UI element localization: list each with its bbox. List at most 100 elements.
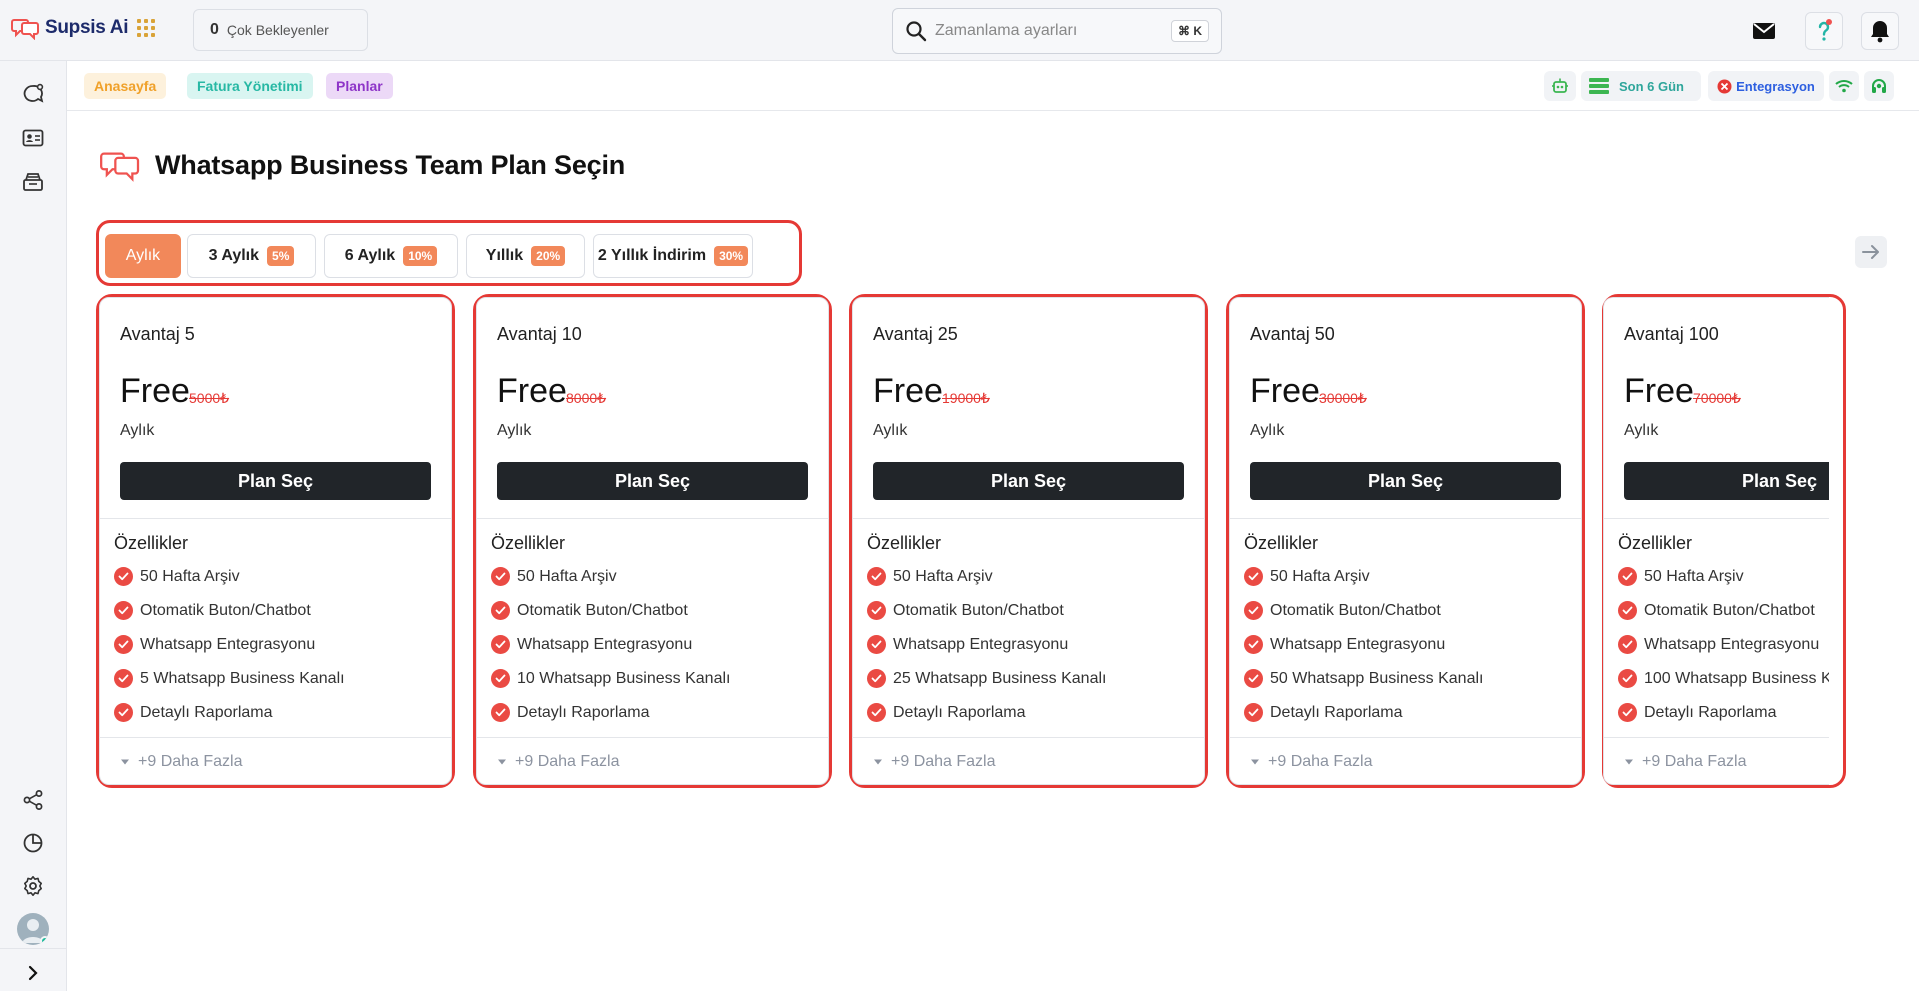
- share-icon[interactable]: [19, 786, 47, 814]
- avatar[interactable]: [17, 913, 49, 945]
- settings-icon[interactable]: [19, 872, 47, 900]
- discount-badge: 10%: [403, 246, 438, 266]
- feature-label: 10 Whatsapp Business Kanalı: [517, 669, 731, 687]
- feature-label: Otomatik Buton/Chatbot: [140, 601, 311, 619]
- tab-6-months[interactable]: 6 Aylık 10%: [324, 234, 458, 278]
- headset-icon[interactable]: [1864, 71, 1894, 101]
- feature-label: Otomatik Buton/Chatbot: [1270, 601, 1441, 619]
- plan-old-price: 30000₺: [1319, 390, 1367, 406]
- plan-card-clip: Avantaj 100 Free 70000₺ Aylık Plan Seç Özelli…: [1603, 297, 1829, 785]
- feature-item: 25 Whatsapp Business Kanalı: [867, 669, 1106, 688]
- show-more-label: +9 Daha Fazla: [1268, 753, 1373, 770]
- show-more-button[interactable]: +9 Daha Fazla: [497, 753, 620, 771]
- check-icon: [491, 635, 510, 654]
- plan-period: Aylık: [873, 422, 908, 439]
- billing-period-tabs: Aylık 3 Aylık 5% 6 Aylık 10% Yıllık 20% …: [96, 220, 802, 286]
- feature-item: 50 Hafta Arşiv: [1618, 567, 1744, 586]
- page-title: Whatsapp Business Team Plan Seçin: [155, 149, 626, 180]
- feature-label: 50 Whatsapp Business Kanalı: [1270, 669, 1484, 687]
- check-icon: [867, 703, 886, 722]
- show-more-button[interactable]: +9 Daha Fazla: [1624, 753, 1747, 771]
- feature-item: Otomatik Buton/Chatbot: [491, 601, 688, 620]
- app-logo[interactable]: Supsis Ai: [11, 16, 128, 40]
- contact-card-icon[interactable]: [19, 124, 47, 152]
- check-icon: [491, 669, 510, 688]
- chat-icon[interactable]: [19, 80, 47, 108]
- help-icon[interactable]: [1805, 12, 1843, 50]
- feature-label: Whatsapp Entegrasyonu: [140, 635, 316, 653]
- chart-icon[interactable]: [19, 829, 47, 857]
- page-header: Whatsapp Business Team Plan Seçin: [99, 148, 625, 182]
- features-title: Özellikler: [1244, 533, 1319, 553]
- caret-down-icon: [497, 753, 507, 771]
- plan-price: Free: [497, 372, 567, 410]
- feature-label: Detaylı Raporlama: [1270, 703, 1403, 721]
- plan-name: Avantaj 25: [873, 324, 958, 344]
- bot-icon[interactable]: [1544, 71, 1576, 101]
- select-plan-button[interactable]: Plan Seç: [1624, 462, 1829, 500]
- select-plan-button[interactable]: Plan Seç: [497, 462, 808, 500]
- plan-old-price: 19000₺: [942, 390, 990, 406]
- feature-label: Detaylı Raporlama: [517, 703, 650, 721]
- integration-status-button[interactable]: Entegrasyon: [1708, 71, 1824, 101]
- feature-item: Whatsapp Entegrasyonu: [114, 635, 315, 654]
- logo-icon: [11, 19, 39, 40]
- feature-label: 50 Hafta Arşiv: [517, 567, 617, 585]
- feature-item: 50 Whatsapp Business Kanalı: [1244, 669, 1483, 688]
- breadcrumb-home[interactable]: Anasayfa: [84, 73, 167, 99]
- breadcrumb-billing[interactable]: Fatura Yönetimi: [187, 73, 313, 99]
- discount-badge: 5%: [267, 246, 295, 266]
- date-range-button[interactable]: Son 6 Gün: [1581, 71, 1701, 101]
- tab-2-years[interactable]: 2 Yıllık İndirim 30%: [593, 234, 753, 278]
- bell-icon[interactable]: [1861, 12, 1899, 50]
- mail-icon[interactable]: [1745, 12, 1783, 50]
- list-icon: [1589, 78, 1609, 94]
- tab-3-months[interactable]: 3 Aylık 5%: [187, 234, 316, 278]
- wifi-icon[interactable]: [1829, 71, 1859, 101]
- tab-label: 2 Yıllık İndirim: [597, 247, 707, 264]
- features-title: Özellikler: [1618, 533, 1693, 553]
- search-shortcut: ⌘ K: [1171, 20, 1209, 42]
- search-input[interactable]: Zamanlama ayarları ⌘ K: [892, 8, 1222, 54]
- tab-monthly[interactable]: Aylık: [105, 234, 181, 278]
- caret-down-icon: [120, 753, 130, 771]
- plan-price: Free: [873, 372, 943, 410]
- show-more-button[interactable]: +9 Daha Fazla: [873, 753, 996, 771]
- show-more-button[interactable]: +9 Daha Fazla: [1250, 753, 1373, 771]
- app-name: Supsis Ai: [45, 17, 129, 38]
- feature-label: 50 Hafta Arşiv: [1644, 567, 1744, 585]
- feature-label: Otomatik Buton/Chatbot: [893, 601, 1064, 619]
- show-more-label: +9 Daha Fazla: [1642, 753, 1747, 770]
- breadcrumb-plans[interactable]: Planlar: [326, 73, 393, 99]
- online-status-dot: [40, 936, 49, 945]
- feature-item: 50 Hafta Arşiv: [491, 567, 617, 586]
- chevron-right-icon[interactable]: [19, 959, 47, 987]
- feature-label: 50 Hafta Arşiv: [1270, 567, 1370, 585]
- inbox-icon[interactable]: [19, 168, 47, 196]
- integration-label: Entegrasyon: [1736, 78, 1815, 94]
- plan-card: Avantaj 5 Free 5000₺ Aylık Plan Seç Özellikle…: [99, 297, 452, 785]
- feature-item: Detaylı Raporlama: [1618, 703, 1777, 722]
- tab-label: 3 Aylık: [208, 247, 260, 264]
- pending-chats-button[interactable]: 0 Çok Bekleyenler: [193, 9, 368, 51]
- apps-grid-icon[interactable]: [137, 19, 155, 37]
- feature-item: 50 Hafta Arşiv: [1244, 567, 1370, 586]
- feature-label: Otomatik Buton/Chatbot: [517, 601, 688, 619]
- feature-label: 100 Whatsapp Business Kanalı: [1644, 669, 1829, 687]
- plan-old-price: 8000₺: [566, 390, 607, 406]
- feature-item: 50 Hafta Arşiv: [114, 567, 240, 586]
- plan-name: Avantaj 100: [1624, 324, 1719, 344]
- next-arrow-button[interactable]: [1855, 236, 1887, 268]
- logo-icon: [100, 152, 140, 182]
- check-icon: [114, 669, 133, 688]
- tab-yearly[interactable]: Yıllık 20%: [466, 234, 585, 278]
- feature-label: Otomatik Buton/Chatbot: [1644, 601, 1815, 619]
- check-icon: [1618, 669, 1637, 688]
- select-plan-button[interactable]: Plan Seç: [1250, 462, 1561, 500]
- select-plan-button[interactable]: Plan Seç: [873, 462, 1184, 500]
- check-icon: [1618, 635, 1637, 654]
- plan-card: Avantaj 50 Free 30000₺ Aylık Plan Seç Özellik…: [1229, 297, 1582, 785]
- select-plan-button[interactable]: Plan Seç: [120, 462, 431, 500]
- plan-price: Free: [1250, 372, 1320, 410]
- show-more-button[interactable]: +9 Daha Fazla: [120, 753, 243, 771]
